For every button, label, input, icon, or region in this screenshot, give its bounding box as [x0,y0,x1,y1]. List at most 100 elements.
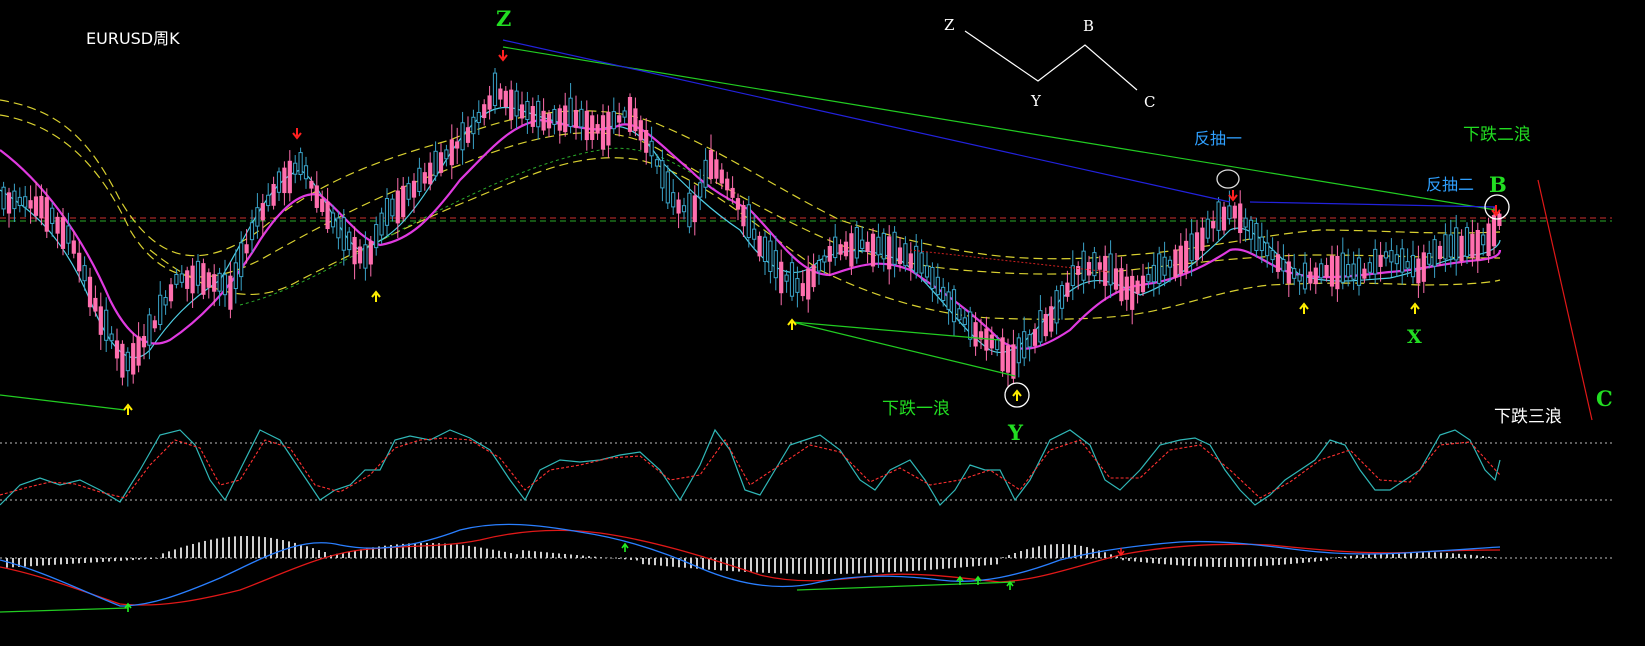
candle [1157,253,1162,284]
candle [719,169,724,184]
candle [1108,253,1113,286]
candle [1124,276,1129,300]
candle [1216,201,1221,231]
candle [1405,261,1410,269]
macd-bar [498,550,500,558]
macd-bar [720,558,722,571]
candle [903,243,908,267]
wave-label-B: B [1489,172,1507,197]
candle [406,183,411,200]
candle [1362,268,1367,279]
macd-bar [252,536,254,558]
macd-bar [90,558,92,563]
macd-bar [1002,557,1004,558]
candle [1076,266,1081,275]
candle [779,261,784,294]
candle [854,227,859,259]
macd-bar [1068,544,1070,558]
candle [476,111,481,123]
macd-bar [684,558,686,568]
macd-bar [960,558,962,568]
macd-bar [972,558,974,567]
candle [730,187,735,198]
macd-bar [1230,558,1232,567]
macd-bar [282,540,284,558]
macd-bar [60,558,62,565]
candle [460,122,465,151]
macd-bar [450,544,452,558]
macd-bar [804,558,806,574]
macd-bar [762,558,764,573]
candle [1022,331,1027,359]
candle [1308,271,1313,284]
macd-bar [1476,555,1478,558]
candle [1427,252,1432,265]
candle [1437,245,1443,260]
macd-bar [984,558,986,566]
candle [870,233,876,267]
candle [206,272,211,288]
candle [201,263,206,295]
candle [930,267,935,290]
macd-bar [1140,558,1142,563]
candle [1113,268,1119,290]
macd-bar [24,558,26,567]
candle [692,195,697,223]
macd-bar [276,538,278,558]
candle [12,190,17,210]
candle [536,100,541,128]
macd-bar [1368,554,1370,558]
candle [1200,227,1205,251]
candle [352,236,357,265]
candle [822,255,827,263]
macd-bar [300,544,302,558]
candle [676,199,681,214]
macd-bar [1050,544,1052,558]
candle [114,340,120,359]
macd-bar [1446,552,1448,558]
candle [1232,205,1237,219]
wave-label-C: C [1596,386,1613,411]
macd-bar [522,550,524,558]
legend-label-c: C [1144,93,1155,111]
macd-bar [54,558,56,565]
candle [908,253,913,269]
macd-bar [1254,558,1256,567]
candle [384,198,390,226]
candle [1475,229,1480,261]
candle [1167,259,1173,268]
wave-label-Y: Y [1007,420,1024,445]
macd-bar [582,555,584,558]
macd-bar [864,558,866,574]
macd-bar [192,543,194,558]
candle [573,109,579,128]
candle [158,294,163,326]
macd-bar [168,551,170,558]
candle [1335,255,1340,290]
candle [1491,215,1497,247]
macd-bar [888,558,890,573]
candle [843,241,849,257]
macd-bar [630,558,632,560]
macd-bar [654,558,656,566]
candle [1205,218,1210,239]
candle [39,195,44,219]
candle [552,108,557,125]
candle [379,212,384,236]
macd-bar [78,558,80,564]
candle [897,247,903,265]
candle [849,233,854,267]
candle [1351,263,1356,280]
macd-bar [12,558,14,568]
candle [563,105,568,133]
macd-bar [534,551,536,558]
macd-bar [1494,557,1496,558]
macd-bar [894,558,896,572]
candle [725,178,730,191]
macd-bar [354,550,356,558]
candle [617,115,622,123]
candle [1097,262,1102,270]
candle [638,120,643,141]
macd-bar [156,558,158,559]
candle [622,110,627,118]
